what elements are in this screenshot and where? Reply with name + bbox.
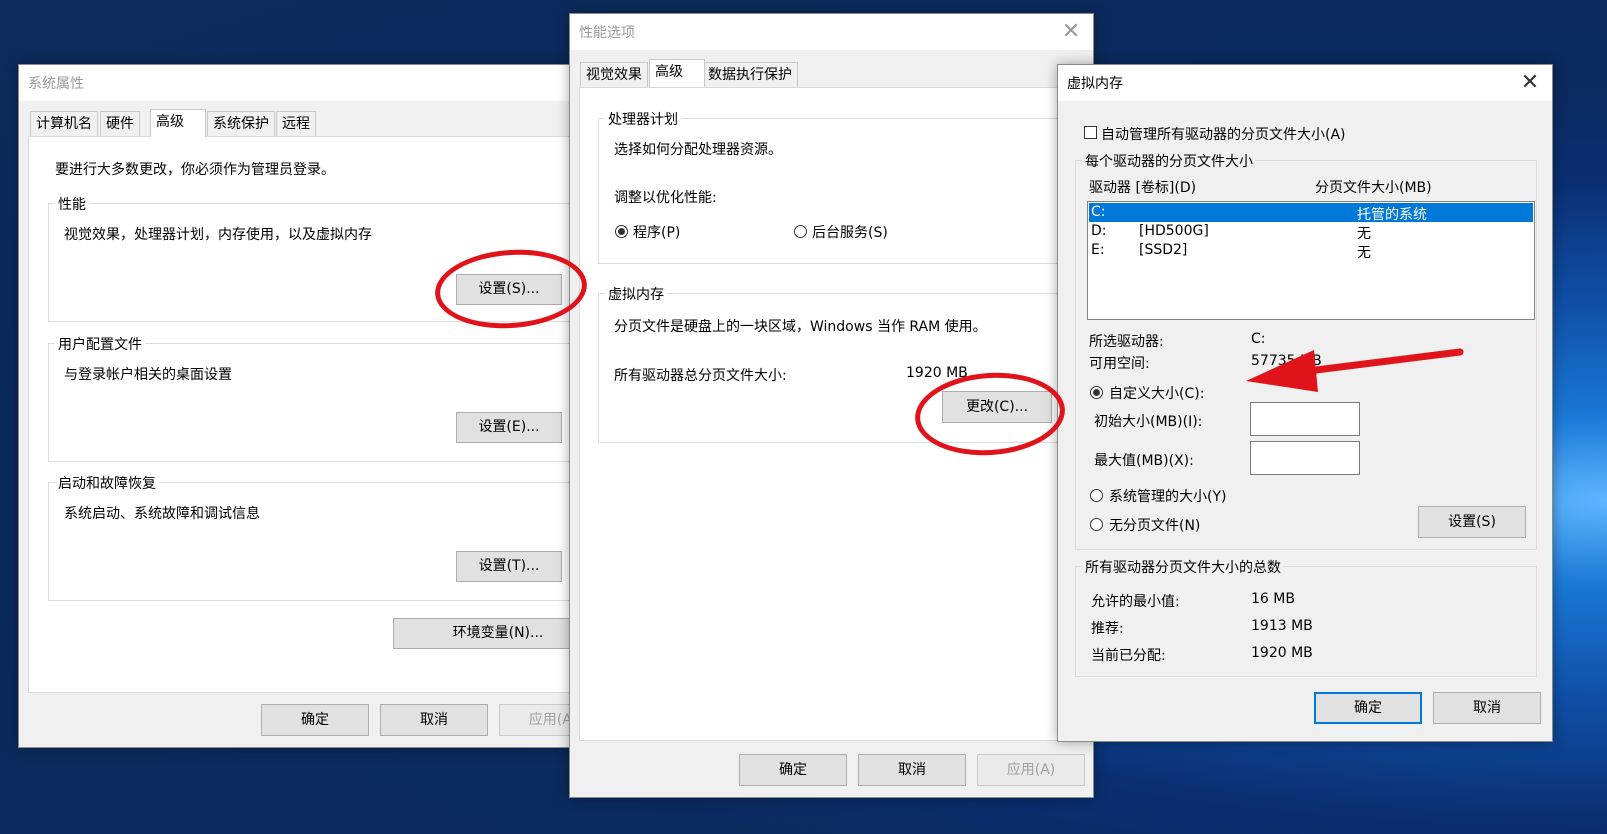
cancel-button[interactable]: 取消 [1433,692,1541,724]
tab-visual-effects[interactable]: 视觉效果 [580,62,648,87]
admin-notice: 要进行大多数更改，你必须作为管理员登录。 [55,162,335,178]
apply-button-clip: 应用(A) [499,704,571,736]
cancel-button[interactable]: 取消 [858,754,966,786]
ok-button[interactable]: 确定 [261,704,369,736]
tab-advanced[interactable]: 高级 [649,59,705,87]
close-icon[interactable]: ✕ [1516,69,1544,97]
drive-row[interactable]: E: [SSD2] 无 [1089,241,1533,261]
tab-computer-name[interactable]: 计算机名 [30,111,98,136]
startup-recovery-settings-button[interactable]: 设置(T)... [456,551,562,582]
user-profiles-desc: 与登录帐户相关的桌面设置 [64,367,232,383]
system-properties-titlebar[interactable]: 系统属性 [19,65,599,101]
window-title: 虚拟内存 [1067,76,1123,92]
drive-size: 无 [1357,245,1371,261]
programs-label[interactable]: 程序(P) [633,222,680,242]
initial-size-label: 初始大小(MB)(I): [1094,414,1203,430]
virtual-memory-title: 虚拟内存 [605,284,667,304]
cancel-button[interactable]: 取消 [380,704,488,736]
selected-drive-value: C: [1251,331,1266,347]
custom-size-label[interactable]: 自定义大小(C): [1109,383,1204,403]
tab-advanced[interactable]: 高级 [150,109,206,137]
performance-options-titlebar[interactable]: 性能选项 ✕ [570,14,1093,50]
totals-group-title: 所有驱动器分页文件大小的总数 [1082,557,1284,577]
min-allowed-label: 允许的最小值: [1091,594,1180,610]
performance-group-title: 性能 [55,194,89,214]
initial-size-input[interactable] [1250,402,1360,436]
drive-column-header: 驱动器 [卷标](D) [1089,180,1197,196]
system-managed-label[interactable]: 系统管理的大小(Y) [1109,486,1226,506]
adjust-label: 调整以优化性能: [614,190,717,206]
tab-hardware[interactable]: 硬件 [100,111,140,136]
tab-remote[interactable]: 远程 [276,111,316,136]
user-profiles-group-title: 用户配置文件 [55,334,145,354]
startup-recovery-group-title: 启动和故障恢复 [55,473,159,493]
user-profiles-settings-button[interactable]: 设置(E)... [456,412,562,443]
background-services-label[interactable]: 后台服务(S) [812,222,888,242]
per-drive-group-title: 每个驱动器的分页文件大小 [1082,151,1256,171]
window-title: 系统属性 [28,76,84,92]
apply-button[interactable]: 应用(A) [499,704,571,736]
drive-row[interactable]: C: 托管的系统 [1089,203,1533,223]
processor-scheduling-desc: 选择如何分配处理器资源。 [614,142,782,158]
auto-manage-checkbox[interactable] [1084,126,1097,139]
virtual-memory-window: 虚拟内存 ✕ 自动管理所有驱动器的分页文件大小(A) 每个驱动器的分页文件大小 … [1057,64,1553,742]
no-paging-file-radio[interactable] [1090,518,1103,531]
ok-button[interactable]: 确定 [739,754,847,786]
no-paging-file-label[interactable]: 无分页文件(N) [1109,515,1200,535]
max-size-input[interactable] [1250,441,1360,475]
drive-letter: C: [1091,204,1106,220]
free-space-value: 57735 MB [1251,353,1322,369]
close-icon[interactable]: ✕ [1057,18,1085,46]
window-title: 性能选项 [579,25,635,41]
selected-drive-label: 所选驱动器: [1089,334,1164,350]
drive-label: [SSD2] [1139,242,1188,258]
drive-letter: D: [1091,223,1107,239]
processor-scheduling-group: 处理器计划 选择如何分配处理器资源。 调整以优化性能: 程序(P) 后台服务(S… [598,109,1066,264]
max-size-label: 最大值(MB)(X): [1094,453,1194,469]
free-space-label: 可用空间: [1089,356,1150,372]
tab-system-protection[interactable]: 系统保护 [207,111,275,136]
system-managed-radio[interactable] [1090,489,1103,502]
programs-radio[interactable] [615,225,628,238]
custom-size-radio[interactable] [1090,386,1103,399]
drive-label: [HD500G] [1139,223,1209,239]
drive-size: 无 [1357,226,1371,242]
user-profiles-group: 用户配置文件 与登录帐户相关的桌面设置 设置(E)... [48,334,600,462]
recommended-value: 1913 MB [1251,618,1313,634]
min-allowed-value: 16 MB [1251,591,1295,607]
system-properties-window: 系统属性 计算机名 硬件 高级 系统保护 远程 要进行大多数更改，你必须作为管理… [18,64,603,748]
drive-list[interactable]: C: 托管的系统 D: [HD500G] 无 E: [SSD2] 无 [1087,201,1535,320]
tab-dep[interactable]: 数据执行保护 [702,62,798,87]
set-button[interactable]: 设置(S) [1418,506,1526,538]
virtual-memory-desc: 分页文件是硬盘上的一块区域，Windows 当作 RAM 使用。 [614,319,987,335]
ok-button[interactable]: 确定 [1314,692,1422,724]
currently-allocated-label: 当前已分配: [1091,648,1166,664]
drive-row[interactable]: D: [HD500G] 无 [1089,222,1533,242]
totals-group: 所有驱动器分页文件大小的总数 允许的最小值: 16 MB 推荐: 1913 MB… [1075,557,1537,677]
background-services-radio[interactable] [794,225,807,238]
processor-scheduling-title: 处理器计划 [605,109,681,129]
total-paging-label: 所有驱动器总分页文件大小: [614,368,787,384]
startup-recovery-desc: 系统启动、系统故障和调试信息 [64,506,260,522]
size-column-header: 分页文件大小(MB) [1315,180,1432,196]
startup-recovery-group: 启动和故障恢复 系统启动、系统故障和调试信息 设置(T)... [48,473,600,601]
virtual-memory-titlebar[interactable]: 虚拟内存 ✕ [1058,65,1552,101]
drive-size: 托管的系统 [1357,207,1427,223]
drive-letter: E: [1091,242,1105,258]
advanced-tab-panel: 要进行大多数更改，你必须作为管理员登录。 性能 视觉效果，处理器计划，内存使用，… [28,136,603,693]
apply-button[interactable]: 应用(A) [977,754,1085,786]
currently-allocated-value: 1920 MB [1251,645,1313,661]
recommended-label: 推荐: [1091,621,1124,637]
auto-manage-label[interactable]: 自动管理所有驱动器的分页文件大小(A) [1101,124,1346,144]
per-drive-group: 每个驱动器的分页文件大小 驱动器 [卷标](D) 分页文件大小(MB) C: 托… [1075,151,1537,550]
performance-desc: 视觉效果，处理器计划，内存使用，以及虚拟内存 [64,227,372,243]
